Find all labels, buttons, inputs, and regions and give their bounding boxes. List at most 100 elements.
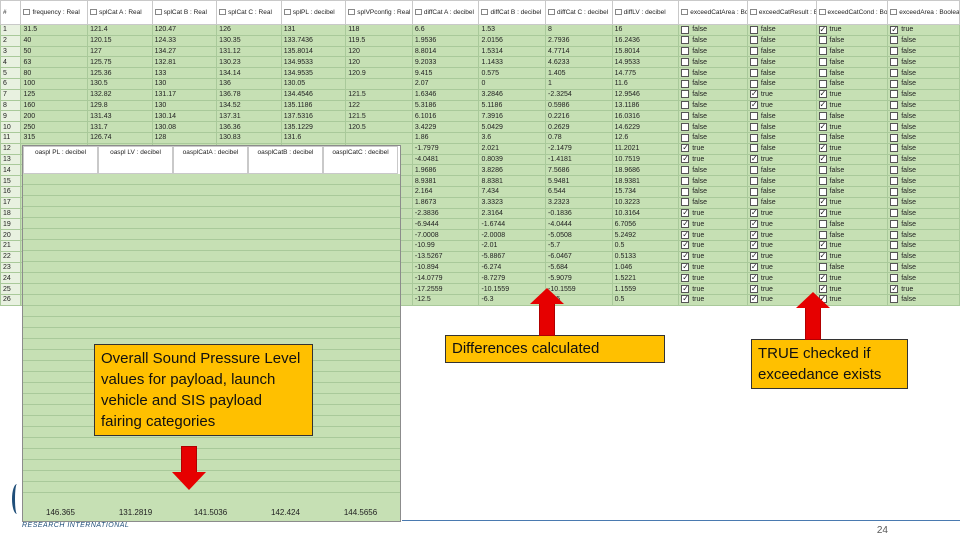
table-cell[interactable]: false [678, 196, 748, 209]
table-cell[interactable]: true [815, 142, 889, 155]
grid-header-0[interactable]: # [0, 0, 22, 25]
table-cell[interactable]: false [815, 261, 889, 274]
table-cell[interactable]: false [678, 99, 748, 112]
checkbox[interactable] [818, 187, 827, 196]
checkbox[interactable] [681, 252, 690, 261]
table-cell[interactable]: true [746, 153, 817, 166]
grid-header-11[interactable]: exceedCatArea : Boolean [678, 0, 748, 25]
checkbox[interactable] [818, 252, 827, 261]
table-cell[interactable]: false [678, 110, 748, 123]
table-cell[interactable]: true [746, 272, 817, 285]
table-cell[interactable]: true [815, 121, 889, 133]
table-cell[interactable]: false [887, 207, 960, 220]
checkbox[interactable] [681, 263, 690, 272]
table-cell[interactable]: false [887, 34, 960, 47]
oaspl-header-cat-a[interactable]: oasplCatA : decibel [173, 146, 248, 174]
table-cell[interactable]: false [746, 175, 817, 187]
table-cell[interactable]: false [887, 45, 960, 58]
filter-icon[interactable] [219, 8, 227, 15]
checkbox[interactable] [818, 209, 827, 218]
checkbox[interactable] [890, 165, 899, 174]
checkbox[interactable] [890, 57, 899, 66]
table-cell[interactable]: false [887, 88, 960, 101]
filter-icon[interactable] [481, 8, 489, 15]
checkbox[interactable] [681, 220, 690, 228]
table-cell[interactable]: true [678, 283, 748, 295]
table-cell[interactable]: false [746, 24, 817, 36]
table-cell[interactable]: false [746, 77, 817, 90]
checkbox[interactable] [749, 122, 758, 131]
table-cell[interactable]: false [887, 77, 960, 90]
table-cell[interactable]: false [746, 110, 817, 123]
checkbox[interactable] [890, 155, 899, 164]
table-cell[interactable]: false [887, 218, 960, 231]
grid-header-2[interactable]: splCat A : Real [87, 0, 153, 25]
grid-header-4[interactable]: splCat C : Real [216, 0, 282, 25]
checkbox[interactable] [890, 133, 899, 142]
table-cell[interactable]: false [887, 164, 960, 177]
checkbox[interactable] [818, 90, 827, 99]
checkbox[interactable] [749, 165, 758, 174]
checkbox[interactable] [890, 209, 899, 218]
checkbox[interactable] [890, 263, 899, 272]
table-cell[interactable]: false [887, 229, 960, 241]
checkbox[interactable] [818, 230, 827, 239]
table-cell[interactable]: false [887, 261, 960, 274]
checkbox[interactable] [890, 122, 899, 131]
checkbox[interactable] [749, 295, 758, 304]
checkbox[interactable] [818, 101, 827, 110]
table-cell[interactable]: false [746, 67, 817, 79]
checkbox[interactable] [749, 285, 758, 293]
checkbox[interactable] [890, 90, 899, 99]
table-cell[interactable]: false [746, 56, 817, 69]
table-cell[interactable]: false [887, 239, 960, 252]
checkbox[interactable] [681, 187, 690, 196]
table-cell[interactable]: false [815, 34, 889, 47]
checkbox[interactable] [818, 155, 827, 164]
checkbox[interactable] [749, 274, 758, 282]
grid-header-6[interactable]: splVPconfig : Real [345, 0, 413, 25]
checkbox[interactable] [681, 241, 690, 250]
table-cell[interactable]: false [815, 45, 889, 58]
table-cell[interactable]: false [678, 24, 748, 36]
table-cell[interactable]: false [887, 175, 960, 187]
table-cell[interactable]: true [746, 88, 817, 101]
checkbox[interactable] [890, 111, 899, 120]
checkbox[interactable] [681, 47, 690, 56]
table-cell[interactable]: true [887, 24, 960, 36]
table-cell[interactable]: true [678, 239, 748, 252]
checkbox[interactable] [749, 90, 758, 99]
table-cell[interactable]: true [815, 99, 889, 112]
filter-icon[interactable] [348, 8, 356, 15]
table-cell[interactable]: true [815, 153, 889, 166]
checkbox[interactable] [818, 111, 827, 120]
table-cell[interactable]: false [678, 77, 748, 90]
table-cell[interactable]: false [887, 56, 960, 69]
checkbox[interactable] [890, 241, 899, 250]
checkbox[interactable] [890, 144, 899, 153]
checkbox[interactable] [749, 263, 758, 272]
checkbox[interactable] [681, 90, 690, 99]
table-cell[interactable]: true [746, 229, 817, 241]
table-cell[interactable]: true [815, 196, 889, 209]
table-cell[interactable]: false [678, 67, 748, 79]
table-cell[interactable]: false [815, 56, 889, 69]
table-cell[interactable]: true [678, 153, 748, 166]
table-cell[interactable]: true [678, 218, 748, 231]
checkbox[interactable] [681, 274, 690, 282]
table-cell[interactable]: true [815, 239, 889, 252]
checkbox[interactable] [681, 198, 690, 207]
table-cell[interactable]: false [887, 196, 960, 209]
checkbox[interactable] [890, 273, 899, 282]
table-cell[interactable]: true [746, 218, 817, 231]
table-cell[interactable]: true [678, 250, 748, 263]
checkbox[interactable] [681, 101, 690, 110]
checkbox[interactable] [818, 144, 827, 153]
table-cell[interactable]: true [678, 207, 748, 220]
oaspl-header-lv[interactable]: oaspl LV : decibel [98, 146, 173, 174]
table-cell[interactable]: false [678, 34, 748, 47]
table-cell[interactable]: true [678, 272, 748, 285]
table-cell[interactable]: false [678, 131, 748, 144]
table-cell[interactable]: true [746, 239, 817, 252]
filter-icon[interactable] [23, 8, 31, 15]
